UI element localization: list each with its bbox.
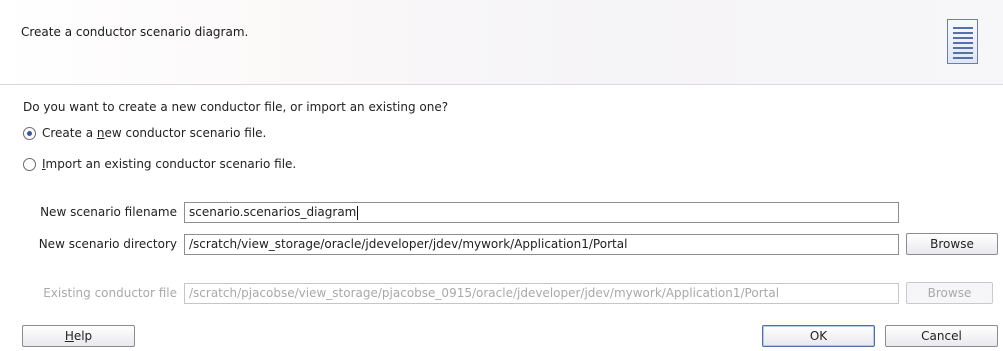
help-button[interactable]: Help [22,325,135,347]
existing-file-input: /scratch/pjacobse/view_storage/pjacobse_… [184,283,899,304]
filename-label: New scenario filename [40,205,177,219]
wizard-header: Create a conductor scenario diagram. [0,0,1003,85]
directory-label: New scenario directory [38,237,177,251]
text-caret [357,205,359,220]
create-new-option[interactable]: Create a new conductor scenario file. [23,126,266,140]
import-existing-label: Import an existing conductor scenario fi… [42,157,297,171]
ok-button[interactable]: OK [762,325,875,347]
header-title: Create a conductor scenario diagram. [21,25,249,39]
filename-input[interactable]: scenario.scenarios_diagram [184,202,899,223]
import-existing-option[interactable]: Import an existing conductor scenario fi… [23,157,296,171]
browse-existing-button: Browse [906,282,993,304]
directory-input[interactable]: /scratch/view_storage/oracle/jdeveloper/… [184,234,899,255]
cancel-button[interactable]: Cancel [885,325,998,347]
create-new-label: Create a new conductor scenario file. [42,126,267,140]
wizard-body: Do you want to create a new conductor fi… [0,85,1003,351]
radio-selected-icon[interactable] [23,126,36,140]
question-label: Do you want to create a new conductor fi… [23,100,449,114]
document-list-icon [947,19,978,64]
existing-file-label: Existing conductor file [43,286,177,300]
radio-unselected-icon[interactable] [23,157,36,171]
browse-directory-button[interactable]: Browse [906,233,998,255]
